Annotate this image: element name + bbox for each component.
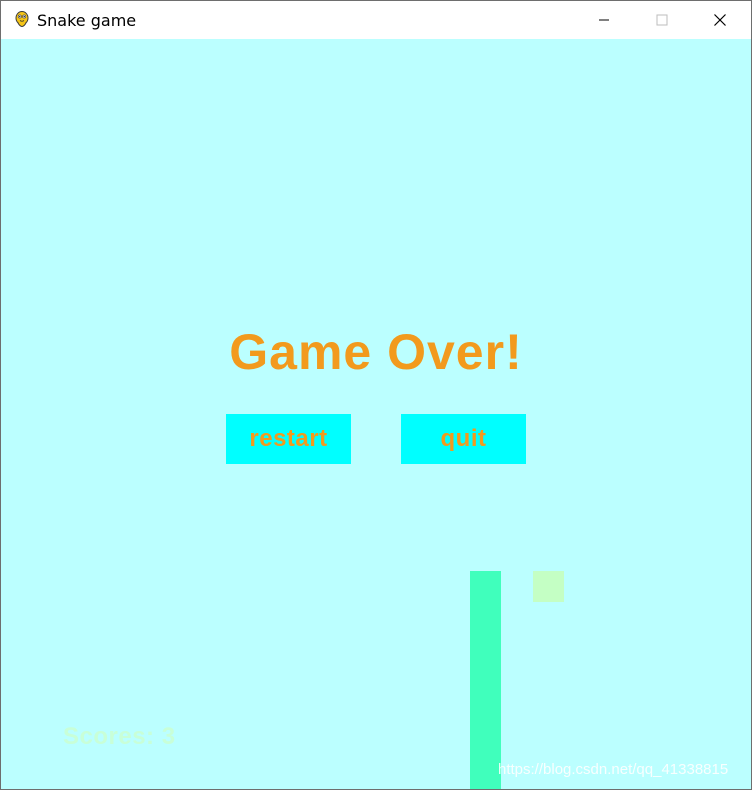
food-block (533, 571, 564, 602)
score-display: Scores: 3 (63, 723, 176, 750)
window-title: Snake game (37, 11, 137, 30)
quit-button[interactable]: quit (401, 414, 526, 464)
python-snake-icon (15, 11, 29, 27)
minimize-icon (599, 19, 609, 21)
game-window: Snake game Game Over! restart quit Score… (0, 0, 752, 790)
title-bar[interactable]: Snake game (1, 1, 751, 39)
game-canvas[interactable]: Game Over! restart quit Scores: 3 https:… (1, 39, 751, 789)
maximize-button[interactable] (633, 1, 691, 39)
watermark-text: https://blog.csdn.net/qq_41338815 (498, 761, 729, 778)
maximize-icon (656, 14, 668, 26)
close-button[interactable] (691, 1, 749, 39)
snake-body (470, 571, 501, 789)
minimize-button[interactable] (575, 1, 633, 39)
close-icon (714, 14, 726, 26)
game-over-title: Game Over! (229, 324, 523, 380)
restart-button[interactable]: restart (226, 414, 351, 464)
